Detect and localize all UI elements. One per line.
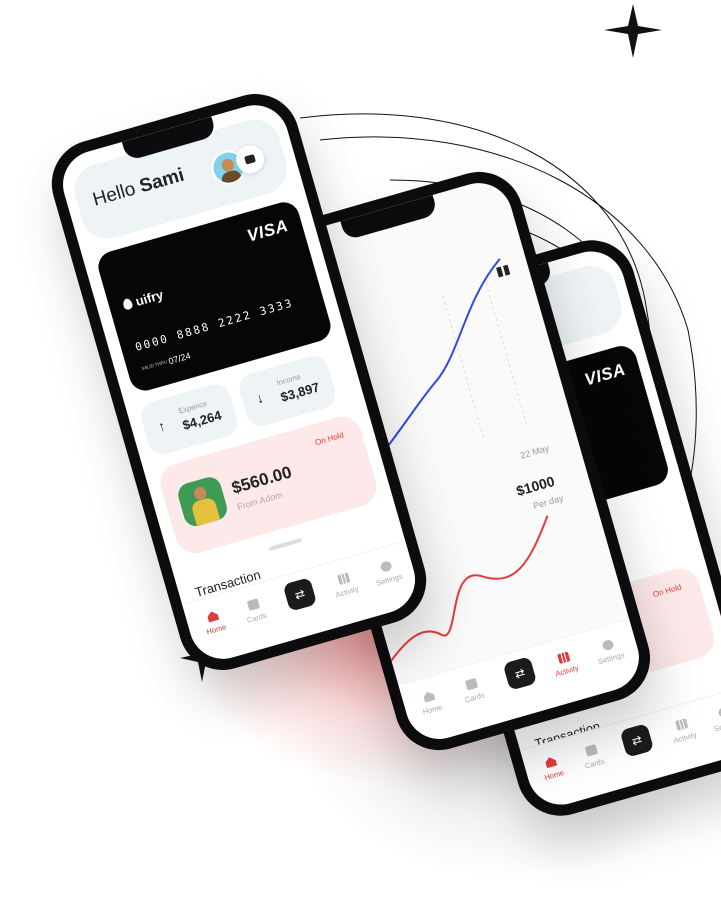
cards-icon (584, 744, 598, 757)
card-number: 0000 8888 2222 3333 (133, 296, 295, 354)
on-hold-tag: On Hold (314, 430, 345, 448)
showcase-stage: VISA 33 ↓ Income $3,897 On Hold Transact… (0, 0, 721, 904)
card-brand: VISA (244, 215, 291, 246)
nav-cards[interactable]: Cards (568, 740, 617, 774)
home-icon (544, 756, 557, 769)
activity-icon (336, 572, 350, 586)
settings-icon (716, 706, 721, 719)
card-logo: uifry (121, 287, 165, 313)
nav-cards[interactable]: Cards (448, 673, 497, 707)
hold-amount: $560.00 (229, 462, 294, 498)
nav-settings[interactable]: Settings (363, 556, 412, 590)
valid-thru-label: VALID THRU (140, 359, 168, 372)
card-brand: VISA (582, 359, 628, 390)
swap-button[interactable]: ⇄ (282, 577, 318, 612)
uifry-logo-icon (121, 297, 134, 311)
settings-icon (378, 560, 393, 574)
income-stat[interactable]: ↓ Income $3,897 (235, 352, 340, 430)
on-hold-tag: On Hold (651, 582, 683, 600)
cards-icon (246, 598, 260, 612)
nav-activity[interactable]: Activity (321, 568, 370, 602)
activity-icon (556, 651, 570, 665)
sender-photo (175, 474, 230, 529)
drag-handle[interactable] (268, 537, 303, 552)
home-icon (206, 610, 219, 623)
expense-stat[interactable]: ↑ Expence $4,264 (137, 380, 241, 458)
valid-thru-date: 07/24 (167, 350, 192, 367)
sparkle-icon-top (604, 4, 662, 58)
home-icon (422, 690, 435, 703)
cards-icon (464, 678, 478, 691)
settings-icon (600, 638, 615, 652)
arrow-up-icon: ↑ (156, 417, 168, 435)
greeting-text: Hello Sami (90, 164, 187, 211)
swap-button[interactable]: ⇄ (619, 723, 655, 758)
nav-activity[interactable]: Activity (659, 714, 708, 748)
nav-settings[interactable]: Settings (585, 634, 634, 668)
activity-icon (674, 718, 688, 731)
arrow-down-icon: ↓ (254, 389, 266, 407)
nav-home[interactable]: Home (406, 686, 455, 720)
nav-activity[interactable]: Activity (541, 647, 590, 681)
swap-button[interactable]: ⇄ (502, 656, 538, 691)
nav-cards[interactable]: Cards (230, 594, 279, 628)
